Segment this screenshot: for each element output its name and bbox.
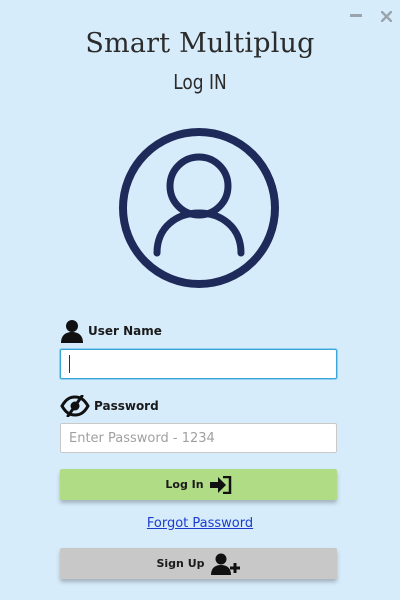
login-button[interactable]: Log In [60, 469, 337, 500]
signup-button[interactable]: Sign Up [60, 548, 337, 579]
close-button[interactable] [377, 7, 395, 25]
text-caret [69, 355, 70, 373]
signup-button-label: Sign Up [156, 557, 205, 570]
sign-in-icon [209, 475, 231, 494]
login-window: Smart Multiplug Log IN User Name Passwor… [0, 0, 400, 600]
username-input[interactable] [60, 349, 337, 379]
close-icon [380, 10, 392, 22]
username-label: User Name [88, 324, 162, 338]
password-input[interactable] [60, 423, 337, 453]
eye-slash-icon[interactable] [60, 395, 90, 417]
app-title: Smart Multiplug [85, 28, 315, 59]
minimize-icon [350, 14, 362, 17]
login-button-label: Log In [165, 478, 204, 491]
user-plus-icon [210, 553, 240, 575]
password-label: Password [94, 399, 159, 413]
page-subtitle: Log IN [173, 70, 227, 94]
username-label-row: User Name [60, 319, 162, 343]
minimize-button[interactable] [347, 7, 365, 25]
forgot-password-link[interactable]: Forgot Password [0, 516, 400, 531]
user-circle-icon [119, 128, 279, 288]
user-icon [61, 320, 83, 343]
password-label-row: Password [60, 395, 159, 417]
